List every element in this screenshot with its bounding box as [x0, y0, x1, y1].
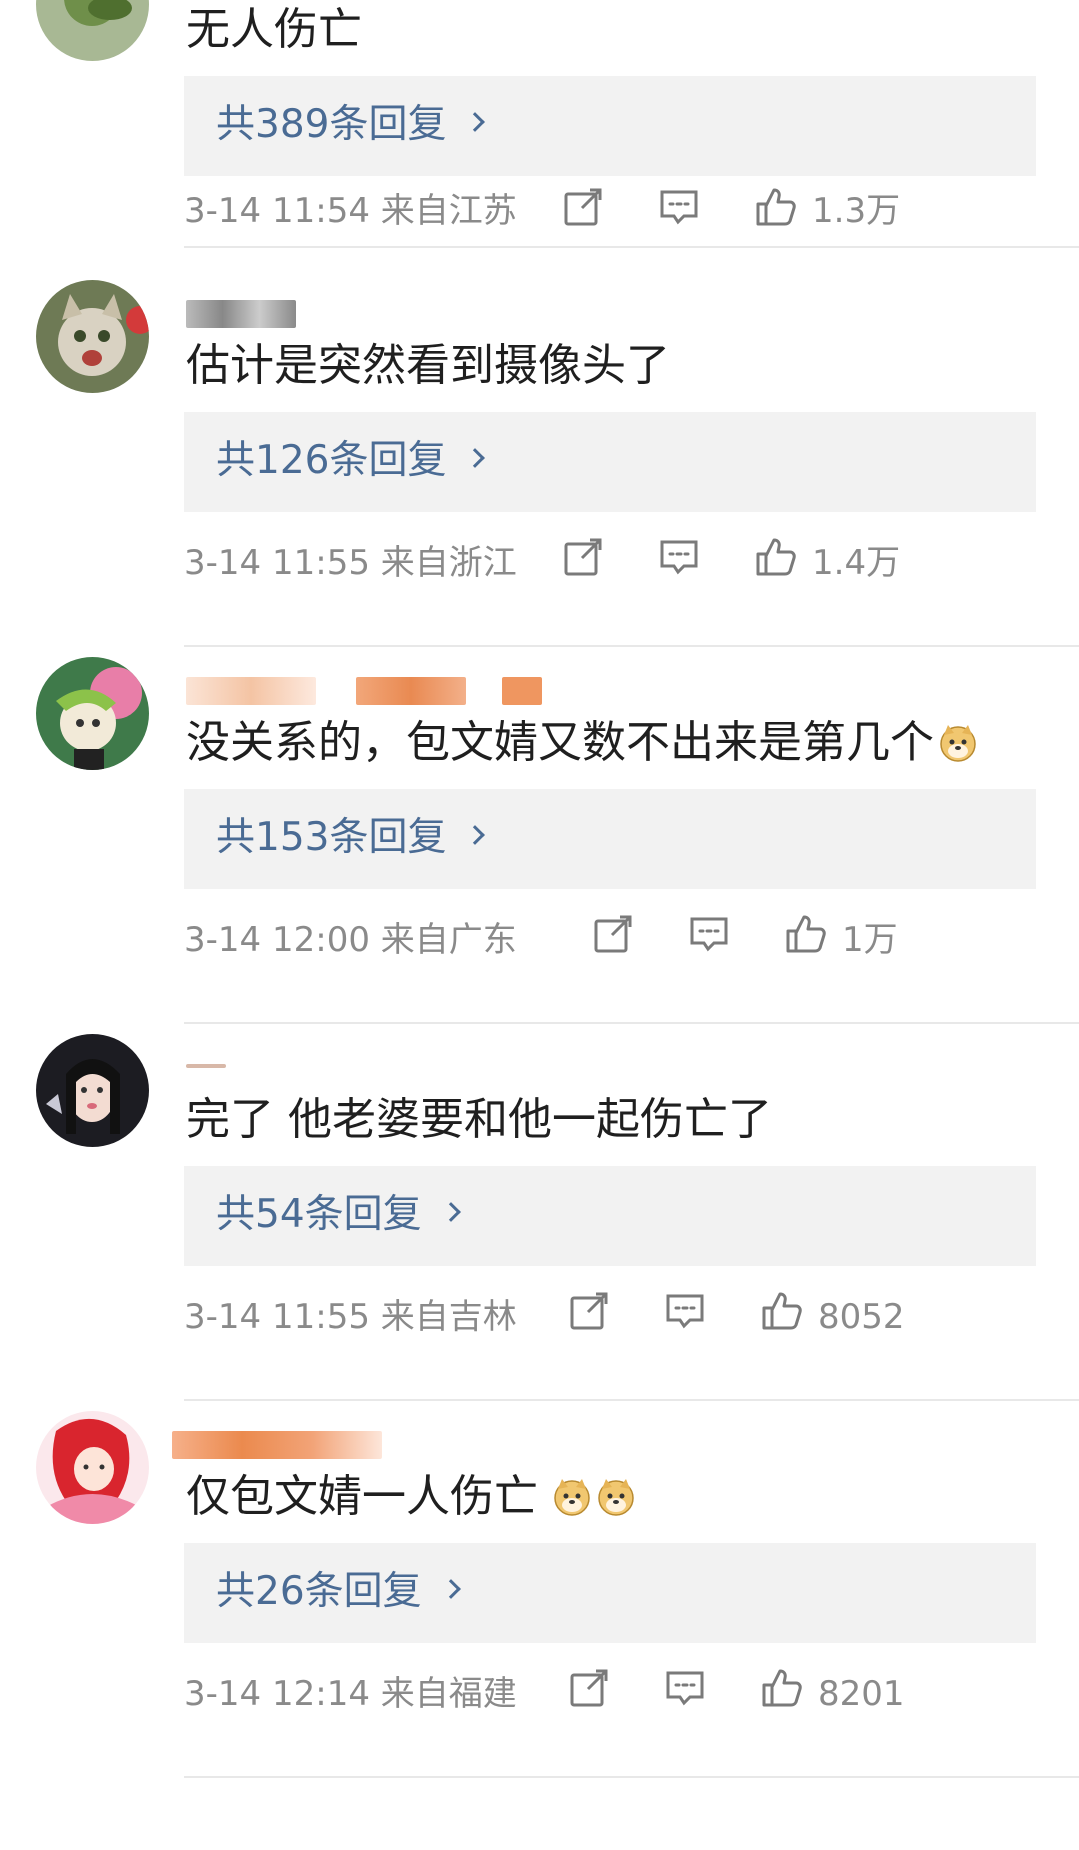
timestamp: 3-14 11:55 [184, 1297, 370, 1337]
timestamp: 3-14 11:55 [184, 543, 370, 583]
location: 来自吉林 [380, 1297, 517, 1337]
reply-count-label: 共389条回复 [216, 102, 447, 147]
share-icon[interactable] [560, 534, 606, 580]
like-count: 8201 [818, 1674, 905, 1714]
avatar[interactable] [36, 1034, 149, 1147]
username-redacted[interactable] [186, 669, 606, 709]
comment-icon[interactable] [662, 1288, 708, 1334]
reply-summary[interactable]: 共153条回复 [184, 789, 1036, 889]
comment-meta: 3-14 11:55 来自吉林 [184, 1292, 517, 1342]
thumbs-up-icon[interactable] [758, 1288, 804, 1334]
comment-text: 仅包文婧一人伤亡 [186, 1467, 636, 1527]
comment-item: 没关系的，包文婧又数不出来是第几个 共153条回复 3-14 12:00 来自广… [0, 647, 1079, 1025]
comment-text: 无人伤亡 [186, 4, 362, 55]
reply-link[interactable]: 共389条回复 [216, 98, 486, 152]
reply-summary[interactable]: 共126条回复 [184, 412, 1036, 512]
avatar[interactable] [36, 0, 149, 61]
comment-icon[interactable] [686, 911, 732, 957]
share-icon[interactable] [560, 184, 606, 230]
reply-link[interactable]: 共153条回复 [216, 811, 486, 865]
reply-count-label: 共26条回复 [216, 1569, 422, 1614]
comment-feed: 无人伤亡 共389条回复 3-14 11:54 来自江苏 1.3万 估计是突然看… [0, 0, 1079, 1850]
divider [184, 1776, 1079, 1778]
comment-text: 没关系的，包文婧又数不出来是第几个 [186, 713, 978, 773]
comment-text: 估计是突然看到摄像头了 [186, 340, 670, 391]
comment-meta: 3-14 12:00 来自广东 [184, 915, 517, 965]
chevron-right-icon [440, 1202, 461, 1222]
reply-link[interactable]: 共54条回复 [216, 1188, 461, 1242]
location: 来自福建 [380, 1674, 517, 1714]
reply-count-label: 共126条回复 [216, 438, 447, 483]
chevron-right-icon [440, 1579, 461, 1599]
reply-link[interactable]: 共126条回复 [216, 434, 486, 488]
thumbs-up-icon[interactable] [752, 534, 798, 580]
avatar[interactable] [36, 657, 149, 770]
comment-item: 完了 他老婆要和他一起伤亡了 共54条回复 3-14 11:55 来自吉林 80… [0, 1024, 1079, 1402]
reply-summary[interactable]: 共54条回复 [184, 1166, 1036, 1266]
comment-icon[interactable] [662, 1665, 708, 1711]
doge-emoji [596, 1473, 636, 1516]
chevron-right-icon [465, 448, 486, 468]
share-icon[interactable] [566, 1665, 612, 1711]
thumbs-up-icon[interactable] [758, 1665, 804, 1711]
timestamp: 3-14 11:54 [184, 191, 370, 231]
username-redacted[interactable] [186, 1046, 606, 1086]
avatar[interactable] [36, 1411, 149, 1524]
comment-meta: 3-14 12:14 来自福建 [184, 1669, 517, 1719]
location: 来自江苏 [380, 191, 517, 231]
chevron-right-icon [465, 112, 486, 132]
comment-item: 仅包文婧一人伤亡 共26条回复 3-14 12:14 来自福建 8201 [0, 1401, 1079, 1779]
chevron-right-icon [465, 825, 486, 845]
divider [184, 246, 1079, 248]
username-redacted[interactable] [172, 1423, 606, 1463]
like-count: 1.3万 [812, 191, 901, 231]
comment-icon[interactable] [656, 184, 702, 230]
like-count: 1.4万 [812, 543, 901, 583]
reply-count-label: 共153条回复 [216, 815, 447, 860]
comment-item: 估计是突然看到摄像头了 共126条回复 3-14 11:55 来自浙江 1.4万 [0, 270, 1079, 648]
thumbs-up-icon[interactable] [782, 911, 828, 957]
location: 来自广东 [380, 920, 517, 960]
like-count: 8052 [818, 1297, 905, 1337]
doge-emoji [938, 719, 978, 762]
like-count: 1万 [842, 920, 898, 960]
timestamp: 3-14 12:00 [184, 920, 370, 960]
comment-meta: 3-14 11:54 来自江苏 [184, 186, 517, 236]
reply-summary[interactable]: 共389条回复 [184, 76, 1036, 176]
location: 来自浙江 [380, 543, 517, 583]
thumbs-up-icon[interactable] [752, 184, 798, 230]
comment-text: 完了 他老婆要和他一起伤亡了 [186, 1094, 772, 1145]
comment-icon[interactable] [656, 534, 702, 580]
comment-meta: 3-14 11:55 来自浙江 [184, 538, 517, 588]
doge-emoji [552, 1473, 592, 1516]
timestamp: 3-14 12:14 [184, 1674, 370, 1714]
avatar[interactable] [36, 280, 149, 393]
share-icon[interactable] [566, 1288, 612, 1334]
reply-count-label: 共54条回复 [216, 1192, 422, 1237]
reply-link[interactable]: 共26条回复 [216, 1565, 461, 1619]
share-icon[interactable] [590, 911, 636, 957]
reply-summary[interactable]: 共26条回复 [184, 1543, 1036, 1643]
username-redacted[interactable] [186, 292, 606, 332]
